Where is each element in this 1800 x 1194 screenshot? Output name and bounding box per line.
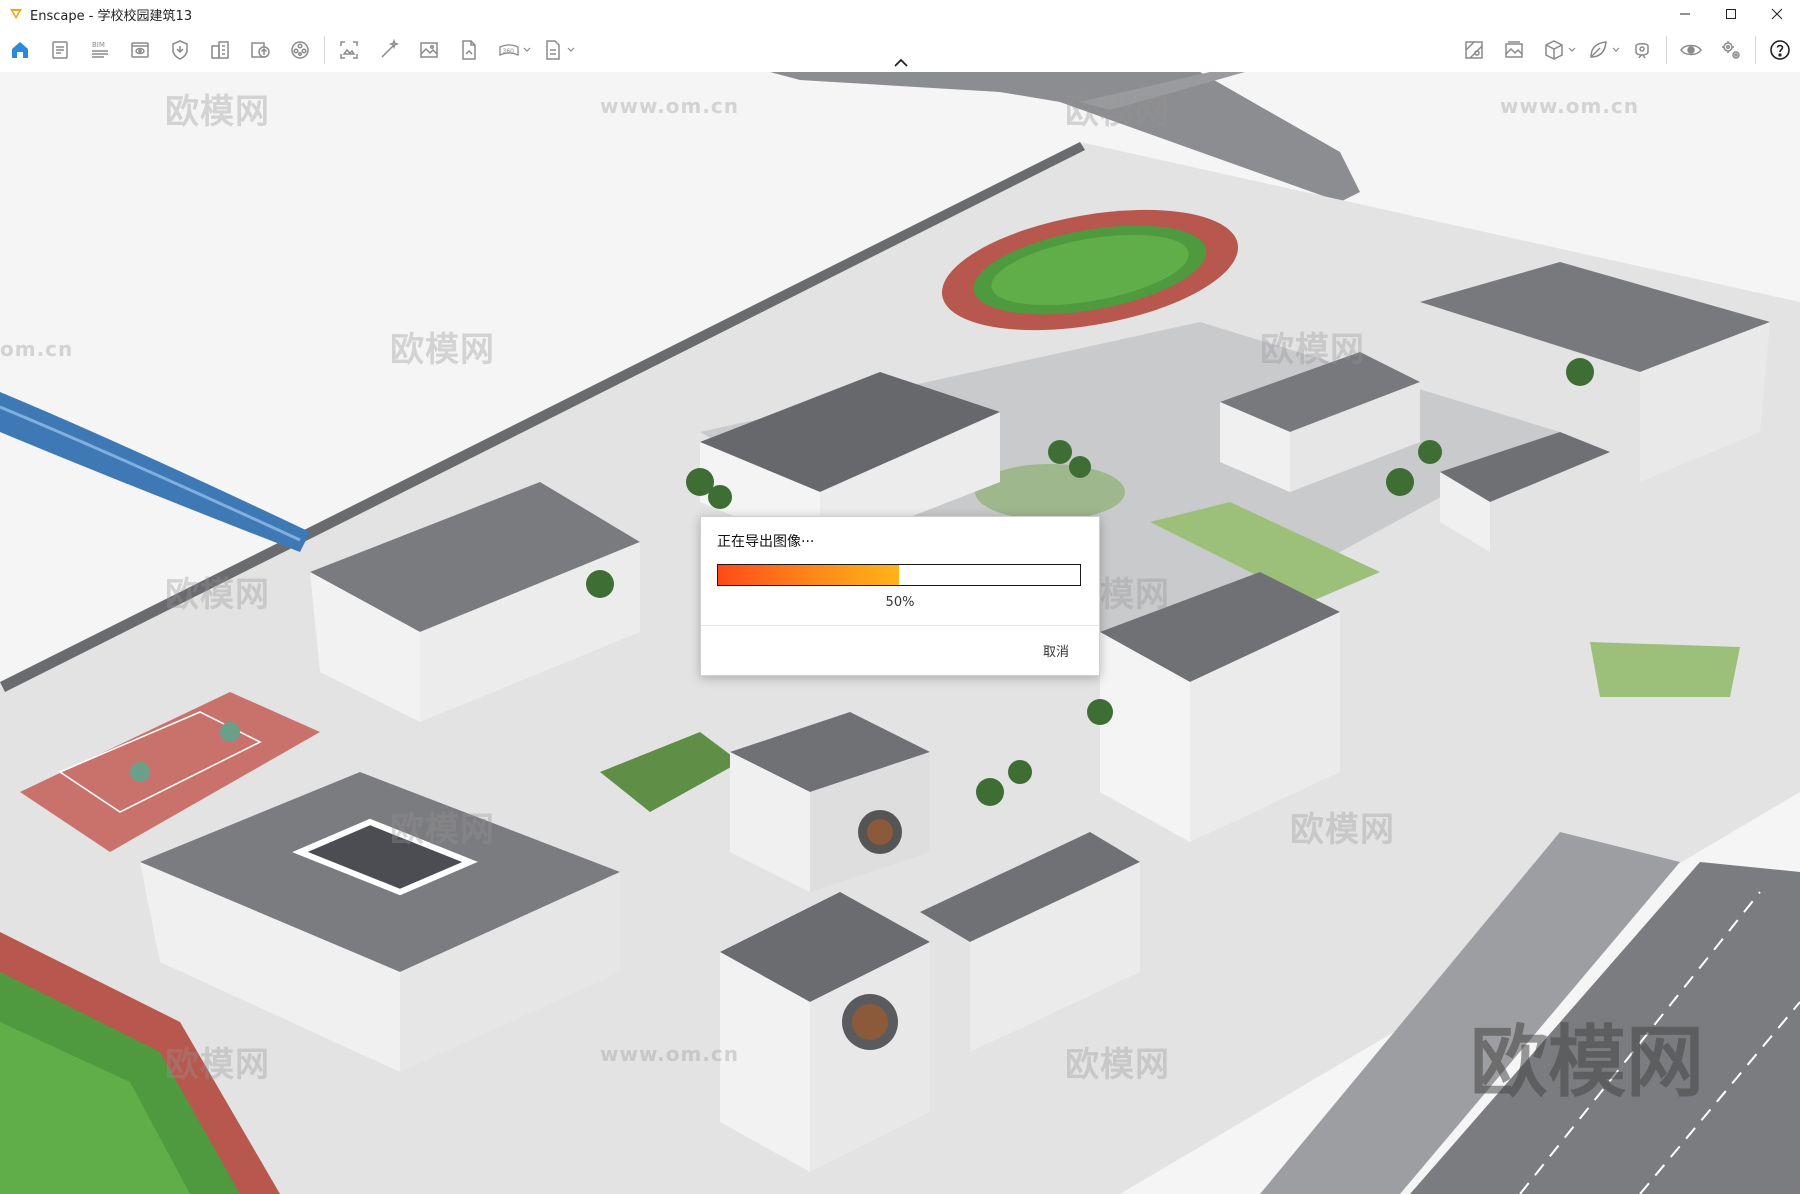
close-icon	[1771, 8, 1783, 20]
home-button[interactable]	[0, 28, 40, 72]
image-icon	[420, 42, 438, 58]
progress-bar-fill	[718, 565, 899, 585]
image-button[interactable]	[409, 28, 449, 72]
magic-wand-button[interactable]	[369, 28, 409, 72]
cancel-button[interactable]: 取消	[1043, 641, 1069, 660]
dialog-divider	[701, 625, 1099, 626]
general-settings-button[interactable]	[1711, 28, 1751, 72]
exe-export-button[interactable]	[533, 28, 573, 72]
svg-text:360: 360	[503, 48, 515, 55]
leaf-icon	[1590, 41, 1607, 58]
cube-icon	[1545, 40, 1563, 60]
visual-settings-button[interactable]	[1671, 28, 1711, 72]
progress-percent: 50%	[885, 595, 915, 610]
settings-icon	[1722, 41, 1740, 59]
window-title: Enscape - 学校校园建筑13	[30, 8, 193, 24]
view-button[interactable]	[120, 28, 160, 72]
export-file-icon	[462, 40, 476, 60]
view-icon	[131, 42, 149, 58]
map-button[interactable]	[1454, 28, 1494, 72]
bim-button[interactable]: BIM	[80, 28, 120, 72]
panorama-button[interactable]: 360	[489, 28, 529, 72]
help-button[interactable]	[1760, 28, 1800, 72]
bim-icon: BIM	[92, 41, 108, 58]
home-icon	[12, 42, 28, 58]
maximize-icon	[1726, 9, 1736, 19]
enscape-window: Enscape - 学校校园建筑13 BIM 360 欧模网 www.om.cn…	[0, 0, 1800, 1194]
toolbar-left-group: BIM 360	[0, 28, 577, 72]
toolbar-separator	[1666, 36, 1667, 64]
minimize-button[interactable]	[1662, 0, 1708, 28]
chevron-up-icon[interactable]	[892, 56, 910, 70]
title-bar: Enscape - 学校校园建筑13	[0, 0, 1800, 28]
safety-button[interactable]	[160, 28, 200, 72]
document-icon	[52, 41, 68, 59]
export-progress-dialog: 正在导出图像··· 50% 取消	[700, 516, 1100, 676]
close-button[interactable]	[1754, 0, 1800, 28]
upload-button[interactable]	[240, 28, 280, 72]
screenshot-icon	[340, 41, 358, 59]
maximize-button[interactable]	[1708, 0, 1754, 28]
toolbar-right-group	[1454, 28, 1800, 72]
film-reel-icon	[291, 41, 309, 59]
minimize-icon	[1680, 13, 1690, 15]
image-gallery-icon	[1505, 41, 1523, 58]
upload-icon	[251, 42, 270, 58]
asset-library-button[interactable]	[1534, 28, 1574, 72]
toolbar-separator	[324, 36, 325, 64]
eye-icon	[1680, 44, 1702, 56]
help-icon	[1770, 40, 1790, 60]
shield-icon	[172, 40, 188, 60]
video-button[interactable]	[280, 28, 320, 72]
exe-export-icon	[546, 40, 560, 60]
map-icon	[1465, 41, 1483, 59]
gallery-button[interactable]	[1494, 28, 1534, 72]
document-button[interactable]	[40, 28, 80, 72]
watermark-large: 欧模网	[1470, 1018, 1705, 1108]
building-button[interactable]	[200, 28, 240, 72]
building-icon	[211, 41, 229, 59]
vr-button[interactable]	[1622, 28, 1662, 72]
panorama-360-icon: 360	[499, 44, 519, 56]
material-button[interactable]	[1578, 28, 1618, 72]
magic-wand-icon	[381, 38, 400, 58]
screenshot-button[interactable]	[329, 28, 369, 72]
progress-bar	[717, 564, 1081, 586]
enscape-logo-icon	[10, 9, 22, 19]
export-file-button[interactable]	[449, 28, 489, 72]
toolbar-separator	[1755, 36, 1756, 64]
svg-text:BIM: BIM	[92, 41, 105, 49]
dialog-title: 正在导出图像···	[717, 534, 815, 550]
vr-headset-icon	[1635, 43, 1649, 59]
